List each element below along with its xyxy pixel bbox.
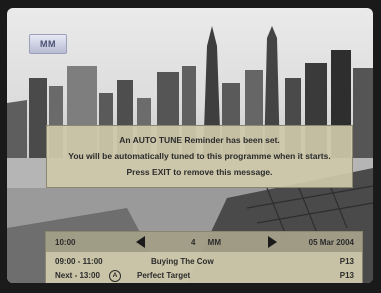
banner-header: 10:00 4 MM 05 Mar 2004 xyxy=(46,232,362,252)
auto-tune-reminder-icon: A xyxy=(109,270,121,282)
reminder-line-2: You will be automatically tuned to this … xyxy=(68,151,331,161)
now-rating: P13 xyxy=(339,257,354,266)
current-time: 10:00 xyxy=(55,238,76,247)
next-programme-row: Next - 13:00 A Perfect Target P13 xyxy=(46,268,362,283)
now-programme-row: 09:00 - 11:00 Buying The Cow P13 xyxy=(46,254,362,269)
channel-number: 4 xyxy=(190,238,196,247)
channel-logo-text: MM xyxy=(40,39,56,49)
reminder-message-box: An AUTO TUNE Reminder has been set. You … xyxy=(46,125,353,188)
info-banner: 10:00 4 MM 05 Mar 2004 09:00 - 11:00 Buy… xyxy=(45,231,363,283)
next-time-slot: Next - 13:00 xyxy=(55,271,100,280)
channel-logo: MM xyxy=(29,34,67,54)
next-channel-icon[interactable] xyxy=(268,236,277,248)
channel-name: MM xyxy=(207,238,221,247)
tv-screen: MM An AUTO TUNE Reminder has been set. Y… xyxy=(7,8,373,283)
next-programme-title: Perfect Target xyxy=(137,271,191,280)
now-programme-title: Buying The Cow xyxy=(151,257,214,266)
current-date: 05 Mar 2004 xyxy=(308,238,354,247)
now-time-slot: 09:00 - 11:00 xyxy=(55,257,103,266)
previous-channel-icon[interactable] xyxy=(136,236,145,248)
reminder-line-3: Press EXIT to remove this message. xyxy=(126,167,273,177)
next-rating: P13 xyxy=(339,271,354,280)
channel-indicator: 4 MM xyxy=(156,238,256,247)
reminder-line-1: An AUTO TUNE Reminder has been set. xyxy=(119,135,280,145)
